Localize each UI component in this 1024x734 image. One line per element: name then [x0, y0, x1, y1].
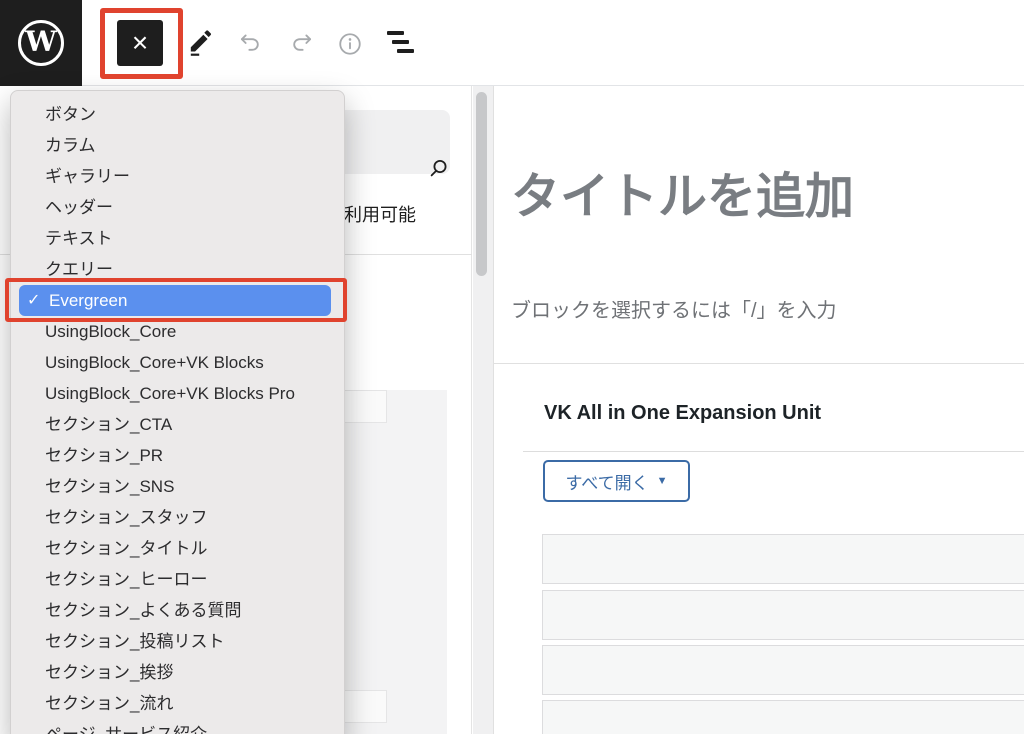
dropdown-item[interactable]: ✓ ページ_サービス紹介 — [11, 719, 344, 734]
undo-icon[interactable] — [237, 30, 263, 56]
dropdown-item-label: UsingBlock_Core — [45, 322, 176, 341]
close-icon: × — [132, 27, 148, 58]
pattern-category-dropdown: ✓ ボタン ✓ カラム ✓ ギャラリー ✓ ヘッダー ✓ テキスト ✓ クエリー… — [10, 90, 345, 734]
wordpress-editor: 利用可能 タイトルを追加 ブロックを選択するには「/」を入力 VK All in… — [0, 0, 1024, 734]
dropdown-item-label: セクション_SNS — [45, 477, 174, 496]
dropdown-item-label: セクション_タイトル — [45, 539, 207, 558]
dropdown-item[interactable]: ✓ セクション_よくある質問 — [11, 595, 344, 626]
expand-all-button[interactable]: すべて開く ▼ — [543, 460, 690, 502]
dropdown-item-label: セクション_CTA — [45, 415, 172, 434]
dropdown-item[interactable]: ✓ UsingBlock_Core+VK Blocks Pro — [11, 378, 344, 409]
dropdown-item-label: UsingBlock_Core+VK Blocks Pro — [45, 384, 295, 403]
close-inserter-button[interactable]: × — [117, 20, 163, 66]
expand-all-label: すべて開く — [565, 469, 648, 494]
dropdown-item-label: ページ_サービス紹介 — [45, 725, 207, 734]
accordion-row[interactable] — [542, 700, 1024, 734]
dropdown-item[interactable]: ✓ ボタン — [11, 99, 344, 130]
dropdown-item[interactable]: ✓ セクション_投稿リスト — [11, 626, 344, 657]
info-icon[interactable] — [337, 31, 363, 57]
dropdown-item[interactable]: ✓ セクション_挨拶 — [11, 657, 344, 688]
dropdown-item[interactable]: ✓ セクション_タイトル — [11, 533, 344, 564]
dropdown-item[interactable]: ✓ ギャラリー — [11, 161, 344, 192]
dropdown-item[interactable]: ✓ UsingBlock_Core+VK Blocks — [11, 347, 344, 378]
dropdown-item-label: セクション_投稿リスト — [45, 632, 224, 651]
dropdown-item[interactable]: ✓ セクション_SNS — [11, 471, 344, 502]
dropdown-item-label: テキスト — [45, 229, 113, 248]
dropdown-item-label: Evergreen — [49, 291, 127, 310]
dropdown-item-label: セクション_ヒーロー — [45, 570, 207, 589]
metabox-title-divider — [523, 451, 1024, 452]
dropdown-item-label: クエリー — [45, 260, 113, 279]
metabox-title: VK All in One Expansion Unit — [544, 399, 821, 427]
dropdown-item-label: セクション_よくある質問 — [45, 601, 241, 620]
search-icon — [425, 155, 453, 183]
dropdown-item[interactable]: ✓ セクション_PR — [11, 440, 344, 471]
dropdown-item[interactable]: ✓ カラム — [11, 130, 344, 161]
dropdown-item[interactable]: ✓ クエリー — [11, 254, 344, 285]
edit-mode-pencil-icon[interactable] — [185, 27, 216, 58]
redo-icon[interactable] — [289, 30, 315, 56]
dropdown-item[interactable]: ✓ ヘッダー — [11, 192, 344, 223]
dropdown-item-label: ボタン — [45, 105, 96, 124]
dropdown-item[interactable]: ✓ セクション_CTA — [11, 409, 344, 440]
post-title-placeholder[interactable]: タイトルを追加 — [511, 166, 854, 229]
metabox-divider — [494, 363, 1024, 364]
dropdown-item-label: UsingBlock_Core+VK Blocks — [45, 353, 264, 372]
dropdown-item[interactable]: ✓ セクション_流れ — [11, 688, 344, 719]
wordpress-logo-button[interactable]: W — [0, 0, 82, 86]
inserter-scrollbar[interactable] — [476, 92, 487, 276]
pattern-thumbnail — [343, 390, 387, 423]
dropdown-item-label: カラム — [45, 136, 96, 155]
accordion-row[interactable] — [542, 645, 1024, 695]
dropdown-item-label: セクション_流れ — [45, 694, 173, 713]
pattern-thumbnail — [343, 690, 387, 723]
caret-down-icon: ▼ — [657, 476, 668, 487]
dropdown-item[interactable]: ✓ セクション_スタッフ — [11, 502, 344, 533]
dropdown-item-label: セクション_挨拶 — [45, 663, 173, 682]
dropdown-item[interactable]: ✓ セクション_ヒーロー — [11, 564, 344, 595]
accordion-row[interactable] — [542, 534, 1024, 584]
accordion-row[interactable] — [542, 590, 1024, 640]
dropdown-item-label: ギャラリー — [45, 167, 130, 186]
post-body-placeholder[interactable]: ブロックを選択するには「/」を入力 — [511, 296, 837, 326]
editor-canvas: タイトルを追加 ブロックを選択するには「/」を入力 VK All in One … — [493, 86, 1024, 734]
editor-top-bar: W × — [0, 0, 1024, 86]
checkmark-icon: ✓ — [27, 285, 40, 316]
patterns-available-label: 利用可能 — [344, 203, 416, 227]
dropdown-item[interactable]: ✓ UsingBlock_Core — [11, 316, 344, 347]
dropdown-item[interactable]: ✓ テキスト — [11, 223, 344, 254]
list-view-icon[interactable] — [387, 29, 417, 57]
dropdown-item-label: セクション_スタッフ — [45, 508, 207, 527]
wordpress-logo-icon: W — [18, 20, 64, 66]
dropdown-item[interactable]: ✓ Evergreen — [19, 285, 331, 316]
dropdown-item-label: ヘッダー — [45, 198, 113, 217]
dropdown-item-label: セクション_PR — [45, 446, 163, 465]
